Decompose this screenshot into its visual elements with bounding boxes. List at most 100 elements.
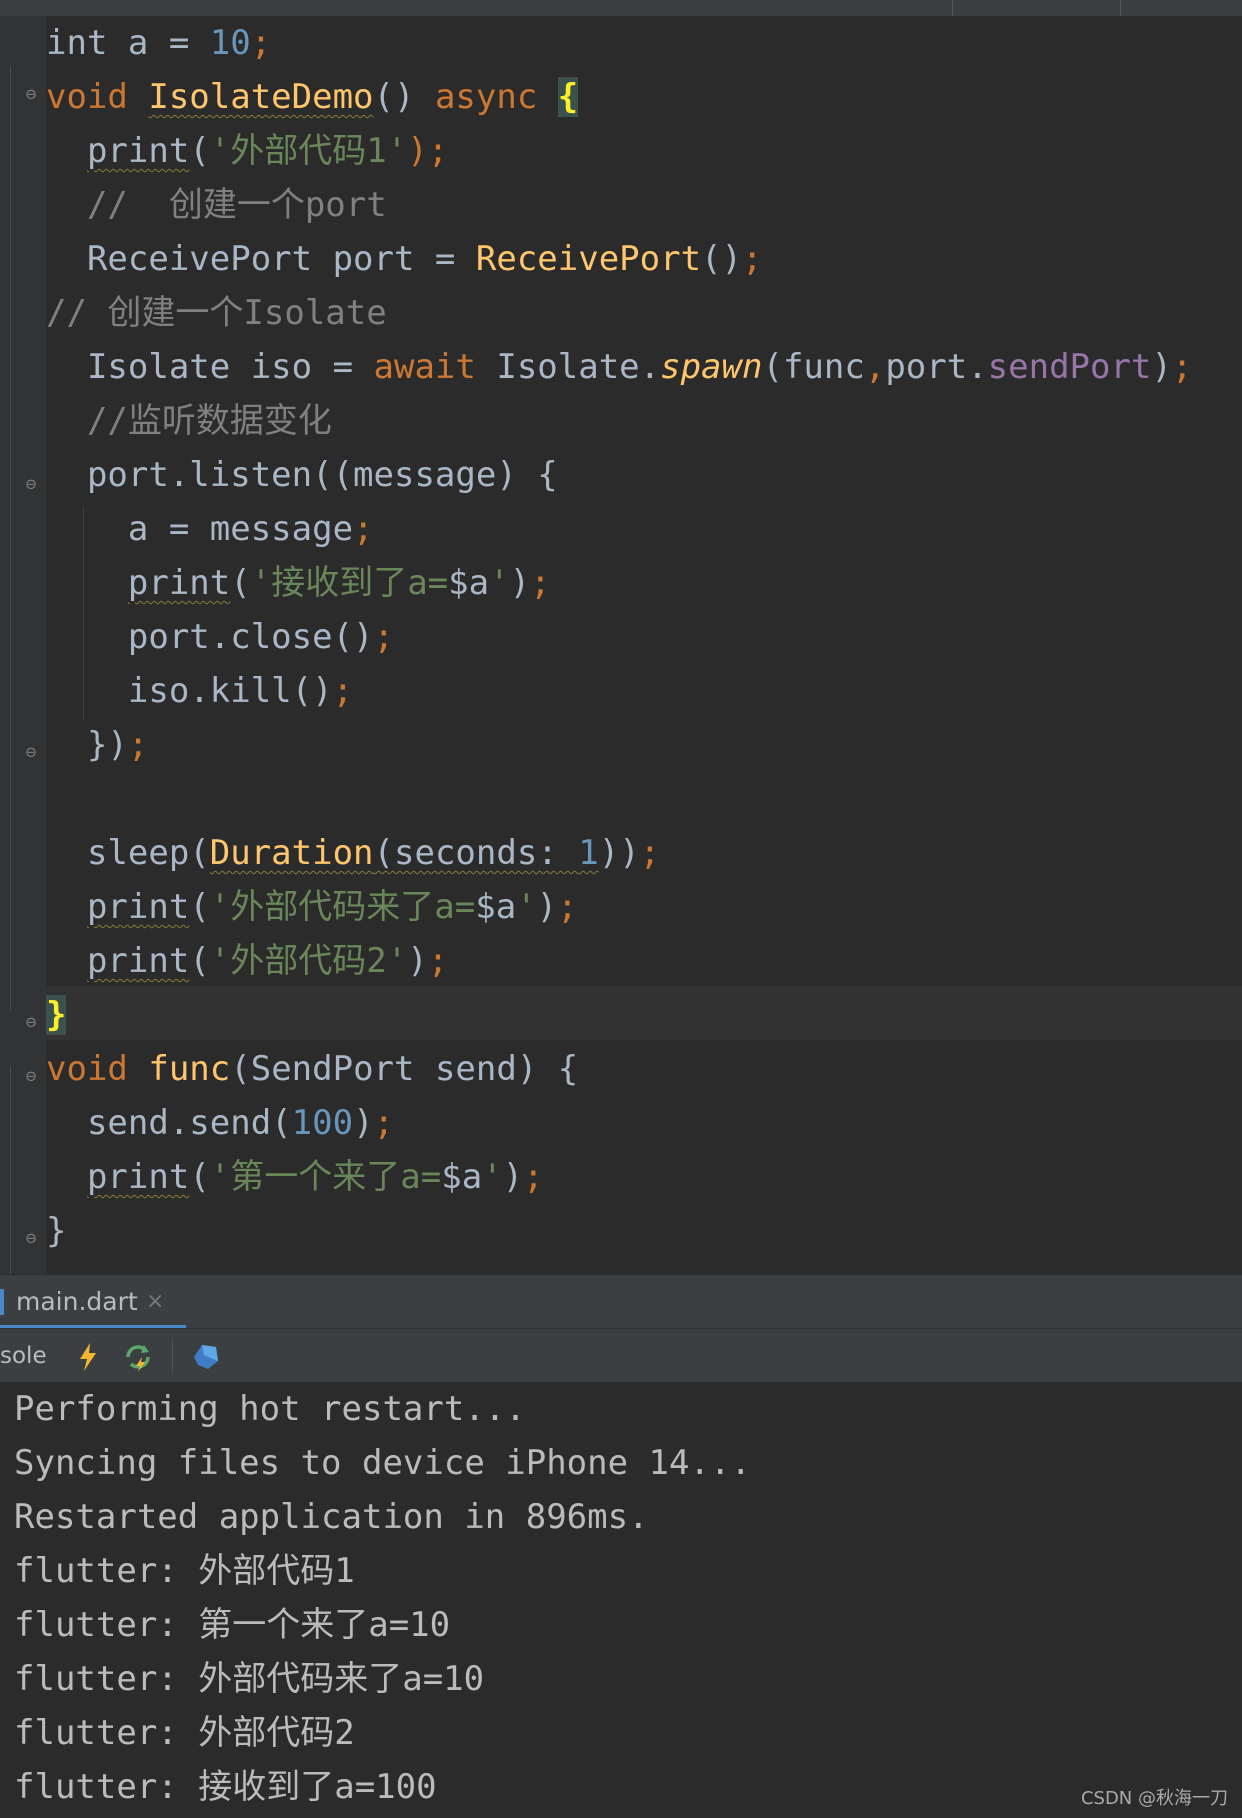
code-token: a = message bbox=[46, 509, 354, 549]
code-token: } bbox=[46, 1211, 67, 1251]
code-token: ; bbox=[523, 1157, 544, 1197]
code-token: IsolateDemo bbox=[148, 77, 374, 117]
code-token: Isolate iso = bbox=[46, 347, 374, 387]
code-token: '外部代码来了a= bbox=[209, 887, 476, 927]
top-divider bbox=[952, 0, 953, 16]
code-line[interactable]: send.send(100); bbox=[46, 1096, 394, 1150]
code-token: ) bbox=[353, 1103, 374, 1143]
code-token: ; bbox=[353, 509, 374, 549]
editor-tab-bar: main.dart × bbox=[0, 1274, 1242, 1329]
code-token: '接收到了a= bbox=[250, 563, 449, 603]
code-token: void bbox=[46, 1049, 149, 1089]
code-token: (SendPort send) { bbox=[230, 1049, 579, 1089]
code-token: send.send( bbox=[46, 1103, 292, 1143]
code-token: print bbox=[86, 941, 190, 981]
code-line[interactable]: print('外部代码来了a=$a'); bbox=[46, 880, 578, 934]
fold-end-icon[interactable]: ⊖ bbox=[20, 742, 42, 764]
code-line[interactable]: sleep(Duration(seconds: 1)); bbox=[46, 826, 660, 880]
code-line[interactable]: void IsolateDemo() async { bbox=[46, 70, 579, 124]
code-token: $a bbox=[475, 887, 517, 927]
dart-devtools-icon[interactable] bbox=[190, 1341, 222, 1373]
console-toolbar: sole bbox=[0, 1328, 1242, 1384]
hot-restart-icon[interactable] bbox=[122, 1341, 154, 1373]
code-line[interactable]: } bbox=[46, 1204, 66, 1258]
code-token: int a = bbox=[46, 23, 210, 63]
fold-collapse-icon[interactable]: ⊖ bbox=[20, 474, 42, 496]
code-line[interactable]: print('第一个来了a=$a'); bbox=[46, 1150, 544, 1204]
code-line[interactable]: ReceivePort port = ReceivePort(); bbox=[46, 232, 763, 286]
console-line: Performing hot restart... bbox=[14, 1389, 526, 1429]
code-token: 100 bbox=[291, 1103, 354, 1143]
code-token: // 创建一个port bbox=[46, 185, 387, 225]
dart-file-icon bbox=[0, 1289, 4, 1315]
tab-label: main.dart bbox=[16, 1287, 138, 1316]
code-line[interactable]: } bbox=[46, 988, 67, 1042]
code-token: print bbox=[86, 887, 190, 927]
code-token: ; bbox=[127, 725, 149, 765]
console-line: flutter: 第一个来了a=10 bbox=[14, 1605, 451, 1645]
code-line[interactable]: void func(SendPort send) { bbox=[46, 1042, 578, 1096]
code-token: ; bbox=[530, 563, 551, 603]
code-token: await bbox=[373, 347, 497, 387]
code-token: ; bbox=[742, 239, 763, 279]
code-token: ) bbox=[407, 941, 428, 981]
fold-collapse-icon[interactable]: ⊖ bbox=[20, 1066, 42, 1088]
code-token: void bbox=[46, 77, 149, 117]
code-token: ' bbox=[482, 1157, 503, 1197]
code-token: sleep( bbox=[46, 833, 210, 873]
code-token: print bbox=[86, 131, 190, 171]
code-line[interactable]: port.close(); bbox=[46, 610, 394, 664]
code-line[interactable]: // 创建一个port bbox=[46, 178, 387, 232]
code-token: ; bbox=[639, 833, 661, 873]
code-token: { bbox=[557, 77, 579, 117]
code-line[interactable]: print('接收到了a=$a'); bbox=[46, 556, 551, 610]
code-line[interactable]: iso.kill(); bbox=[46, 664, 353, 718]
console-line: flutter: 外部代码来了a=10 bbox=[14, 1659, 485, 1699]
console-line: flutter: 外部代码2 bbox=[14, 1713, 355, 1753]
code-token: $a bbox=[441, 1157, 483, 1197]
fold-collapse-icon[interactable]: ⊖ bbox=[20, 84, 42, 106]
code-token: ) bbox=[502, 1157, 524, 1197]
code-token: )) bbox=[598, 833, 640, 873]
code-token: Isolate. bbox=[496, 347, 661, 387]
code-token: '外部代码1' bbox=[209, 131, 408, 171]
code-token: ' bbox=[489, 563, 510, 603]
console-line: flutter: 外部代码1 bbox=[14, 1551, 355, 1591]
watermark: CSDN @秋海一刀 bbox=[1080, 1788, 1228, 1809]
code-token: Duration bbox=[209, 833, 374, 873]
code-token: ; bbox=[427, 941, 449, 981]
code-token: port.close() bbox=[46, 617, 374, 657]
code-token: spawn bbox=[660, 347, 763, 387]
tab-main-dart[interactable]: main.dart × bbox=[0, 1275, 186, 1329]
hot-reload-icon[interactable] bbox=[72, 1341, 104, 1373]
code-line[interactable]: print('外部代码1'); bbox=[46, 124, 448, 178]
code-token: func bbox=[148, 1049, 231, 1089]
code-line[interactable]: a = message; bbox=[46, 502, 374, 556]
fold-end-icon[interactable]: ⊖ bbox=[20, 1228, 42, 1250]
code-token: ) bbox=[509, 563, 531, 603]
console-line: Syncing files to device iPhone 14... bbox=[14, 1443, 751, 1483]
gutter-scope-line bbox=[10, 1066, 11, 1274]
code-line[interactable]: port.listen((message) { bbox=[46, 448, 558, 502]
console-tab-label[interactable]: sole bbox=[0, 1329, 47, 1383]
code-token: ; bbox=[557, 887, 578, 927]
tab-close-icon[interactable]: × bbox=[146, 1275, 164, 1329]
code-token: ReceivePort port = bbox=[46, 239, 476, 279]
code-line[interactable]: Isolate iso = await Isolate.spawn(func,p… bbox=[46, 340, 1192, 394]
code-token: //监听数据变化 bbox=[46, 401, 332, 441]
code-line[interactable]: int a = 10; bbox=[46, 16, 271, 70]
code-line[interactable]: //监听数据变化 bbox=[46, 394, 332, 448]
fold-end-icon[interactable]: ⊖ bbox=[20, 1012, 42, 1034]
code-line[interactable]: }); bbox=[46, 718, 148, 772]
top-strip bbox=[0, 0, 1242, 17]
code-line[interactable]: // 创建一个Isolate bbox=[46, 286, 387, 340]
code-line[interactable]: print('外部代码2'); bbox=[46, 934, 448, 988]
console-line: Restarted application in 896ms. bbox=[14, 1497, 649, 1537]
code-editor[interactable]: ⊖ ⊖ ⊖ ⊖ ⊖ ⊖ int a = 10; void IsolateDemo(… bbox=[0, 16, 1242, 1274]
code-token: ( bbox=[189, 887, 210, 927]
gutter-scope-line bbox=[10, 66, 11, 1010]
code-token: } bbox=[46, 995, 67, 1035]
run-console-output[interactable]: Performing hot restart... Syncing files t… bbox=[0, 1382, 1242, 1818]
